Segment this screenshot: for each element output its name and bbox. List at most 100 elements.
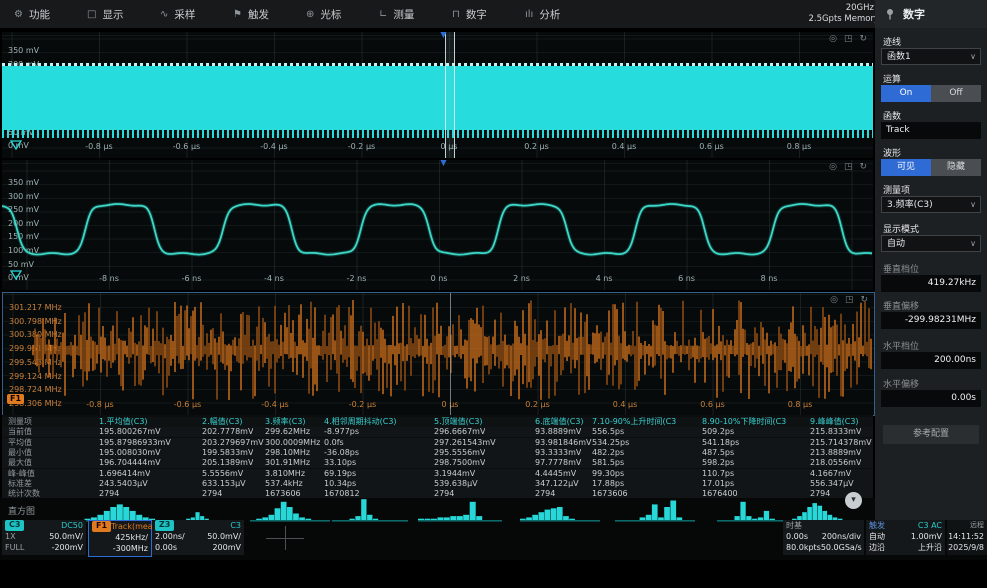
menu-item-功能[interactable]: ⚙ 功能 [14, 7, 87, 22]
x-axis-label: 0.4 µs [612, 400, 638, 409]
menu-item-分析[interactable]: ılı 分析 [525, 7, 598, 22]
x-axis-label: 0.2 µs [524, 142, 549, 151]
measurement-row: 标准差 243.5403µV 633.153µV 537.4kHz 10.34ps 539… [2, 478, 873, 489]
measurement-column-header: 8.90-10%下降时间(C3 [702, 417, 787, 426]
panel-toolbar: ◎ ◳ ↻ [829, 34, 867, 44]
waveform-toggle[interactable]: 可见 隐藏 [881, 159, 981, 176]
restore-icon[interactable]: ↻ [860, 295, 868, 305]
operation-off[interactable]: Off [931, 85, 981, 102]
operation-toggle[interactable]: On Off [881, 85, 981, 102]
f1-offset: -300MHz [112, 544, 148, 553]
f1-descriptor-box[interactable]: F1 Track(mea3) 425kHz/ -300MHz [88, 520, 161, 557]
measurement-value: 509.2ps [702, 427, 735, 437]
sidebar-header[interactable]: 数字 [875, 0, 987, 28]
x-axis-label: -8 ns [99, 274, 119, 283]
expand-icon[interactable]: ◳ [845, 295, 854, 305]
c3-descriptor-box[interactable]: C3 DC50 1X 50.0mV/ FULL -200mV [2, 520, 86, 555]
reference-config-button[interactable]: 参考配置 [883, 425, 979, 444]
menu-item-采样[interactable]: ∿ 采样 [160, 7, 233, 22]
panel-acquisition[interactable]: ▼ ◎ ◳ ↻ 350 mV300 mV250 mV200 mV150 mV10… [2, 32, 873, 158]
menu-item-光标[interactable]: ⊕ 光标 [306, 7, 379, 22]
timebase-tdiv: 200ns/div [821, 532, 861, 541]
measurement-value: 93.981846mV [535, 437, 592, 447]
voffset-field[interactable]: -299.98231MHz [881, 312, 981, 329]
pin-icon[interactable] [885, 8, 895, 20]
sidebar-title: 数字 [903, 8, 925, 21]
menu-item-label: 测量 [393, 8, 415, 21]
measurement-column-header: 5.顶端值(C3) [434, 417, 483, 426]
display-icon: □ [87, 8, 97, 20]
expand-icon[interactable]: ◳ [844, 162, 853, 172]
waveform-label: 波形 [883, 149, 902, 159]
menu-item-触发[interactable]: ⚑ 触发 [233, 7, 306, 22]
x-axis-label: 0.6 µs [700, 400, 725, 409]
measurement-value: 93.3333mV [535, 447, 582, 457]
restore-icon[interactable]: ↻ [859, 162, 867, 172]
measurement-value: 17.88ps [592, 478, 625, 488]
measurement-value: 203.279697mV [202, 437, 264, 447]
scroll-down-button[interactable]: ▾ [845, 492, 862, 509]
hscale-field[interactable]: 200.00ns [881, 352, 981, 369]
function-field[interactable]: Track [881, 122, 981, 139]
hoffset-field[interactable]: 0.00s [881, 390, 981, 407]
measurement-value: 213.8889mV [810, 447, 862, 457]
measurement-value: 3.810MHz [265, 468, 306, 478]
c3-offset-marker-icon[interactable] [10, 140, 22, 150]
measurement-row: 最小值 195.008030mV 199.5833mV 298.10MHz -36.08… [2, 447, 873, 458]
trigger-position-icon[interactable]: ▼ [440, 32, 447, 40]
row-label: 当前值 [8, 427, 32, 437]
measurement-value: 534.25ps [592, 437, 630, 447]
trigger-position-icon[interactable]: ▼ [440, 160, 447, 168]
camera-icon[interactable]: ◎ [830, 295, 838, 305]
operation-on[interactable]: On [881, 85, 931, 102]
measurement-value: 0.0fs [324, 437, 344, 447]
x-axis-label: -0.8 µs [86, 400, 114, 409]
vscale-field[interactable]: 419.27kHz [881, 275, 981, 292]
zoom-descriptor-box[interactable]: Z3 C3 2.00ns/ 50.0mV/ 0.00s 200mV [152, 520, 244, 555]
trigger-box[interactable]: 触发 C3 AC 自动 1.00mV 边沿 上升沿 [866, 520, 945, 555]
add-trace-crosshair[interactable] [258, 522, 312, 554]
timebase-delay: 0.00s [786, 532, 808, 541]
timebase-box[interactable]: 时基 0.00s 200ns/div 80.0kpts 50.0GSa/s [783, 520, 864, 555]
c3-channel-badge: C3 [5, 520, 25, 531]
measurement-value: 69.19ps [324, 468, 357, 478]
measurement-value: 243.5403µV [99, 478, 148, 488]
c3-offset-marker-icon[interactable] [10, 270, 22, 280]
expand-icon[interactable]: ◳ [844, 34, 853, 44]
function-label: 函数 [883, 112, 902, 122]
panel-zoom[interactable]: ▼ ◎ ◳ ↻ 350 mV 300 mV 250 mV 200 mV 150 mV 10… [2, 160, 873, 290]
waveform-hidden[interactable]: 隐藏 [931, 159, 981, 176]
menu-item-显示[interactable]: □ 显示 [87, 7, 160, 22]
panel-toolbar: ◎ ◳ ↻ [829, 162, 867, 172]
f1-badge[interactable]: F1 [7, 394, 25, 404]
x-axis-label: -0.6 µs [173, 400, 202, 409]
trace-select-value: 函数1 [887, 52, 911, 62]
vscale-label: 垂直档位 [883, 265, 920, 275]
clock-date: 2025/9/8 [948, 543, 984, 552]
zoom-window-cursor[interactable] [445, 32, 455, 158]
timebase-points: 80.0kpts [786, 543, 821, 552]
menu-item-测量[interactable]: ∟ 测量 [379, 7, 452, 22]
measurement-value: 99.30ps [592, 468, 625, 478]
meas-item-select[interactable]: 3.频率(C3) ∨ [881, 196, 981, 213]
measurement-row: 最大值 196.704444mV 205.1389mV 301.91MHz 33.10p… [2, 458, 873, 469]
cursor-icon: ⊕ [306, 8, 315, 20]
camera-icon[interactable]: ◎ [829, 34, 837, 44]
menu-item-label: 触发 [247, 8, 269, 21]
measurement-table: 测量项 1.平均值(C3) 2.幅值(C3) 3.频率(C3) 4.相邻周期抖动(C3)… [2, 415, 873, 500]
camera-icon[interactable]: ◎ [829, 162, 837, 172]
display-mode-select[interactable]: 自动 ∨ [881, 235, 981, 252]
menu-item-数字[interactable]: ⊓ 数字 [452, 7, 525, 22]
restore-icon[interactable]: ↻ [859, 34, 867, 44]
trigger-mode: 自动 [869, 532, 885, 541]
measurement-value: 541.18ps [702, 437, 740, 447]
measurement-value: 556.347µV [810, 478, 854, 488]
waveform-visible[interactable]: 可见 [881, 159, 931, 176]
measurement-value: 295.5556mV [434, 447, 486, 457]
trigger-type: 边沿 [869, 543, 885, 552]
x-axis-label: 6 ns [678, 274, 695, 283]
measurement-value: 195.800267mV [99, 427, 161, 437]
panel-track-f1[interactable]: F1 ◎ ◳ ↻ 301.217 MHz 300.798 MHz 300.380 M… [2, 292, 875, 416]
measurement-value: -36.08ps [324, 447, 360, 457]
trace-select[interactable]: 函数1 ∨ [881, 48, 981, 65]
